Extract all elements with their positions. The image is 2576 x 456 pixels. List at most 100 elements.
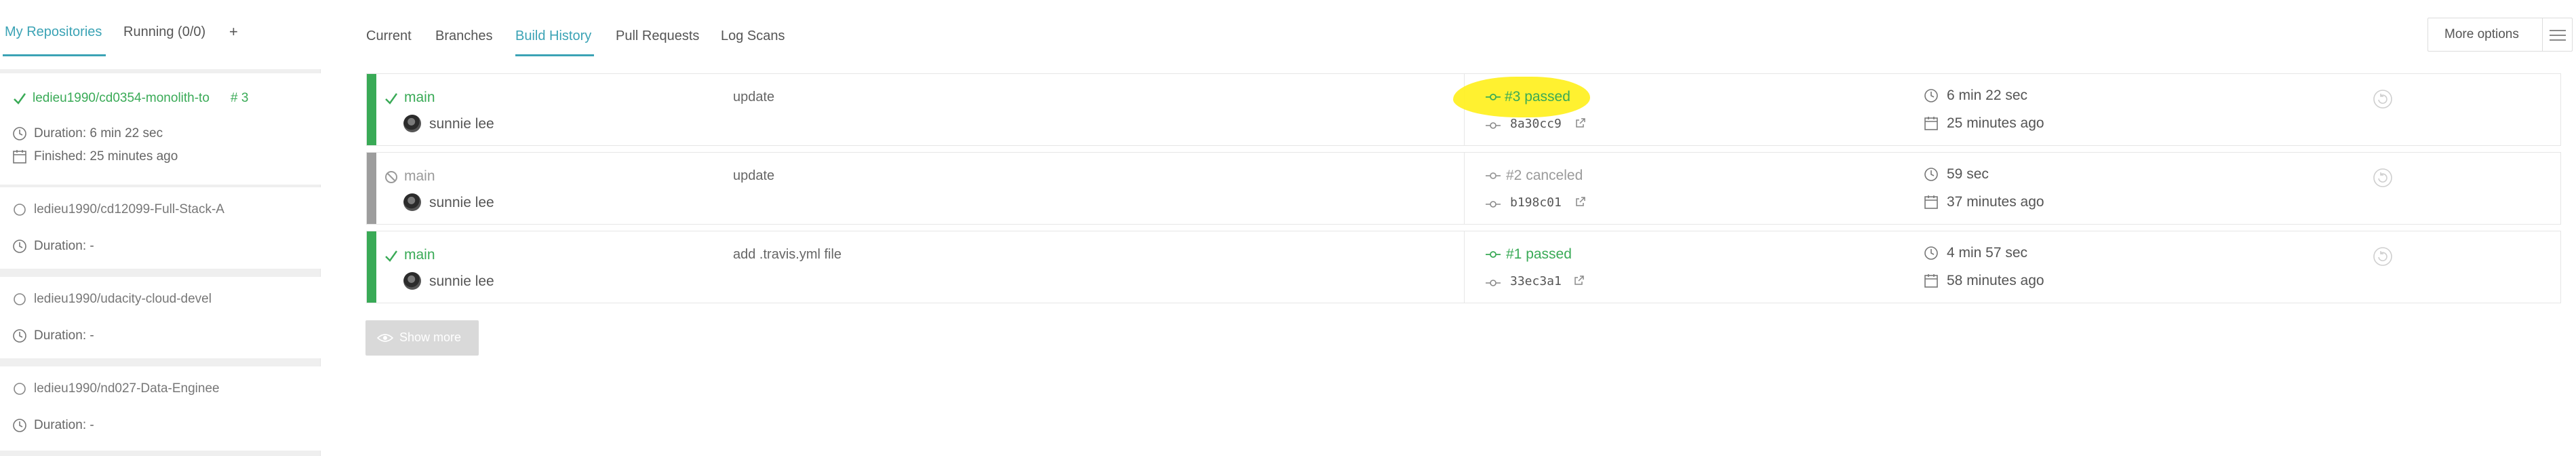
- check-icon: [14, 93, 26, 104]
- build-duration: 4 min 57 sec: [1924, 245, 2027, 261]
- tab-branches[interactable]: Branches: [435, 28, 493, 44]
- commit-sha[interactable]: 8a30cc9: [1510, 117, 1562, 131]
- commit-message: update: [733, 168, 775, 183]
- show-more-button[interactable]: Show more: [365, 320, 479, 356]
- add-repository-button[interactable]: +: [229, 23, 238, 41]
- external-link-icon[interactable]: [1575, 196, 1586, 207]
- repo-duration: Duration: 6 min 22 sec: [12, 126, 163, 141]
- build-row[interactable]: main sunnie lee add .travis.yml file #1 …: [366, 231, 2561, 303]
- canceled-icon: [385, 171, 397, 183]
- more-options-label: More options: [2444, 27, 2519, 41]
- build-duration: 6 min 22 sec: [1924, 88, 2027, 104]
- avatar: [403, 193, 421, 211]
- author-name: sunnie lee: [429, 116, 494, 132]
- calendar-icon: [13, 150, 26, 164]
- repo-name[interactable]: ledieu1990/nd027-Data-Enginee: [34, 381, 227, 396]
- idle-status-icon: [14, 383, 26, 395]
- build-status-bar: [367, 74, 376, 145]
- build-finished-text: 37 minutes ago: [1947, 194, 2044, 210]
- calendar-icon: [1924, 195, 1938, 209]
- build-state-link[interactable]: #1 passed: [1506, 246, 1572, 263]
- commit-icon: [1486, 251, 1501, 258]
- build-finished: 58 minutes ago: [1924, 273, 2044, 289]
- check-icon: [385, 93, 397, 104]
- repo-duration: Duration: -: [12, 328, 94, 343]
- commit-icon: [1486, 280, 1501, 286]
- build-finished: 37 minutes ago: [1924, 194, 2044, 210]
- build-duration-text: 59 sec: [1947, 166, 1989, 182]
- build-duration: 59 sec: [1924, 166, 1989, 183]
- tab-my-repositories[interactable]: My Repositories: [5, 24, 102, 40]
- idle-status-icon: [14, 293, 26, 305]
- commit-icon: [1486, 122, 1501, 129]
- menu-icon[interactable]: [2549, 28, 2567, 42]
- repo-name[interactable]: ledieu1990/cd12099-Full-Stack-A: [34, 202, 227, 217]
- divider: [2542, 18, 2543, 51]
- repo-card[interactable]: ledieu1990/cd12099-Full-Stack-A Duration…: [0, 187, 321, 269]
- branch-name[interactable]: main: [404, 90, 435, 106]
- avatar: [403, 115, 421, 132]
- tab-pull-requests[interactable]: Pull Requests: [616, 28, 699, 44]
- commit-message: add .travis.yml file: [733, 247, 842, 262]
- repo-duration-text: Duration: -: [34, 328, 94, 343]
- sidebar: My Repositories Running (0/0) + ledieu19…: [0, 0, 321, 456]
- tab-current[interactable]: Current: [366, 28, 412, 44]
- commit-icon: [1486, 201, 1501, 208]
- branch-name[interactable]: main: [404, 168, 435, 185]
- check-icon: [385, 250, 397, 262]
- tab-log-scans[interactable]: Log Scans: [721, 28, 785, 44]
- avatar: [403, 272, 421, 290]
- build-row[interactable]: main sunnie lee update #2 canceled b198c…: [366, 152, 2561, 225]
- repo-name[interactable]: ledieu1990/cd0354-monolith-to: [33, 91, 222, 106]
- build-status-bar: [367, 153, 376, 224]
- show-more-label: Show more: [399, 330, 462, 344]
- restart-build-icon[interactable]: [2373, 168, 2393, 188]
- calendar-icon: [1924, 274, 1938, 288]
- commit-sha[interactable]: 33ec3a1: [1510, 274, 1562, 288]
- build-finished: 25 minutes ago: [1924, 115, 2044, 132]
- branch-name[interactable]: main: [404, 247, 435, 263]
- divider: [1464, 231, 1465, 303]
- build-state-link[interactable]: #2 canceled: [1506, 168, 1583, 184]
- repo-card[interactable]: ledieu1990/udacity-cloud-devel Duration:…: [0, 277, 321, 358]
- repo-duration: Duration: -: [12, 239, 94, 254]
- divider: [1464, 153, 1465, 224]
- repo-name[interactable]: ledieu1990/udacity-cloud-devel: [34, 292, 227, 307]
- restart-build-icon[interactable]: [2373, 246, 2393, 267]
- repo-build-number[interactable]: # 3: [231, 91, 248, 106]
- clock-icon: [13, 329, 26, 343]
- restart-build-icon[interactable]: [2373, 89, 2393, 109]
- author-name: sunnie lee: [429, 195, 494, 210]
- repo-card[interactable]: ledieu1990/nd027-Data-Enginee Duration: …: [0, 366, 321, 451]
- repo-finished-text: Finished: 25 minutes ago: [34, 149, 178, 164]
- external-link-icon[interactable]: [1574, 275, 1585, 286]
- active-tab-indicator: [515, 54, 594, 56]
- commit-message: update: [733, 90, 775, 104]
- build-duration-text: 6 min 22 sec: [1947, 88, 2028, 103]
- commit-sha[interactable]: b198c01: [1510, 195, 1562, 210]
- commit-icon: [1486, 94, 1501, 100]
- clock-icon: [13, 127, 26, 140]
- clock-icon: [1924, 168, 1938, 181]
- tab-build-history[interactable]: Build History: [515, 28, 591, 44]
- more-options-button[interactable]: More options: [2428, 18, 2573, 52]
- repo-card[interactable]: ledieu1990/cd0354-monolith-to # 3 Durati…: [0, 73, 321, 185]
- clock-icon: [13, 419, 26, 432]
- external-link-icon[interactable]: [1575, 117, 1586, 128]
- idle-status-icon: [14, 204, 26, 216]
- repo-duration-text: Duration: 6 min 22 sec: [34, 126, 163, 140]
- build-status-bar: [367, 231, 376, 303]
- build-state-link[interactable]: #3 passed: [1505, 89, 1570, 105]
- repo-duration-text: Duration: -: [34, 418, 94, 432]
- sidebar-tabs: My Repositories Running (0/0) +: [0, 0, 321, 69]
- calendar-icon: [1924, 117, 1938, 130]
- tab-running[interactable]: Running (0/0): [123, 24, 205, 40]
- repo-duration: Duration: -: [12, 418, 94, 433]
- build-row[interactable]: main sunnie lee update #3 passed 8a30cc9…: [366, 73, 2561, 146]
- author-name: sunnie lee: [429, 273, 494, 289]
- eye-icon: [377, 334, 393, 342]
- clock-icon: [1924, 246, 1938, 260]
- repo-duration-text: Duration: -: [34, 239, 94, 253]
- build-duration-text: 4 min 57 sec: [1947, 245, 2028, 261]
- clock-icon: [13, 240, 26, 253]
